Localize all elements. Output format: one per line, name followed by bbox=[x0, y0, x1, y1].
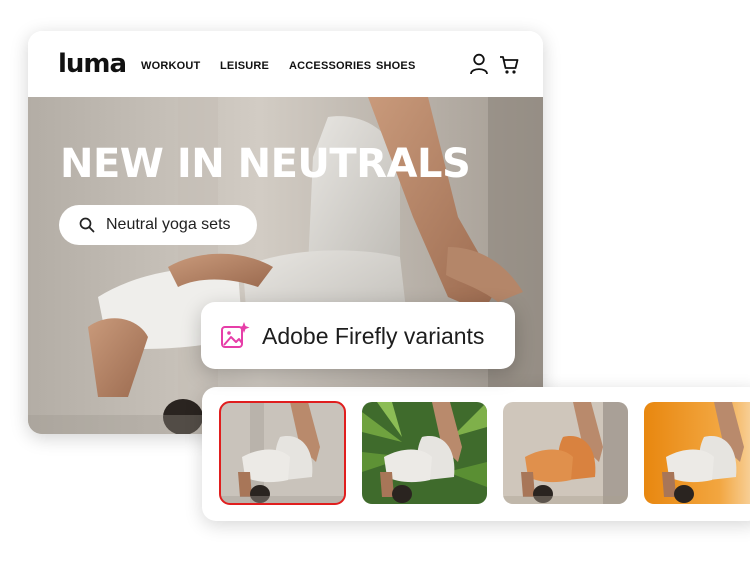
user-icon[interactable] bbox=[469, 53, 489, 75]
firefly-variants-button[interactable]: Adobe Firefly variants bbox=[201, 302, 515, 369]
search-query-text: Neutral yoga sets bbox=[106, 216, 231, 233]
nav-item-accessories[interactable]: ACCESSORIES bbox=[289, 60, 371, 72]
variant-image-neutral bbox=[220, 402, 345, 504]
variant-thumbnail-2[interactable] bbox=[362, 402, 487, 504]
search-icon bbox=[79, 217, 95, 233]
variant-thumbnail-3[interactable] bbox=[503, 402, 628, 504]
variant-image-orange-gradient bbox=[644, 402, 750, 504]
luma-logo[interactable]: luma bbox=[58, 49, 127, 79]
variant-image-palm bbox=[362, 402, 487, 504]
nav-item-workout[interactable]: WORKOUT bbox=[141, 60, 200, 72]
top-navigation: luma WORKOUT LEISURE ACCESSORIES SHOES bbox=[28, 31, 543, 97]
firefly-variants-label: Adobe Firefly variants bbox=[262, 323, 485, 349]
variants-strip bbox=[202, 387, 750, 521]
firefly-generative-icon bbox=[221, 322, 250, 348]
storefront-card: luma WORKOUT LEISURE ACCESSORIES SHOES N… bbox=[28, 31, 543, 434]
variant-image-orange-outfit bbox=[503, 402, 628, 504]
variant-thumbnail-1[interactable] bbox=[219, 401, 346, 505]
nav-item-leisure[interactable]: LEISURE bbox=[220, 60, 269, 72]
search-input[interactable]: Neutral yoga sets bbox=[59, 205, 257, 245]
hero-banner: NEW IN NEUTRALS Neutral yoga sets bbox=[28, 97, 543, 434]
cart-icon[interactable] bbox=[499, 53, 519, 75]
nav-item-shoes[interactable]: SHOES bbox=[376, 60, 416, 72]
hero-title: NEW IN NEUTRALS bbox=[60, 141, 471, 187]
variant-thumbnail-4[interactable] bbox=[644, 402, 750, 504]
